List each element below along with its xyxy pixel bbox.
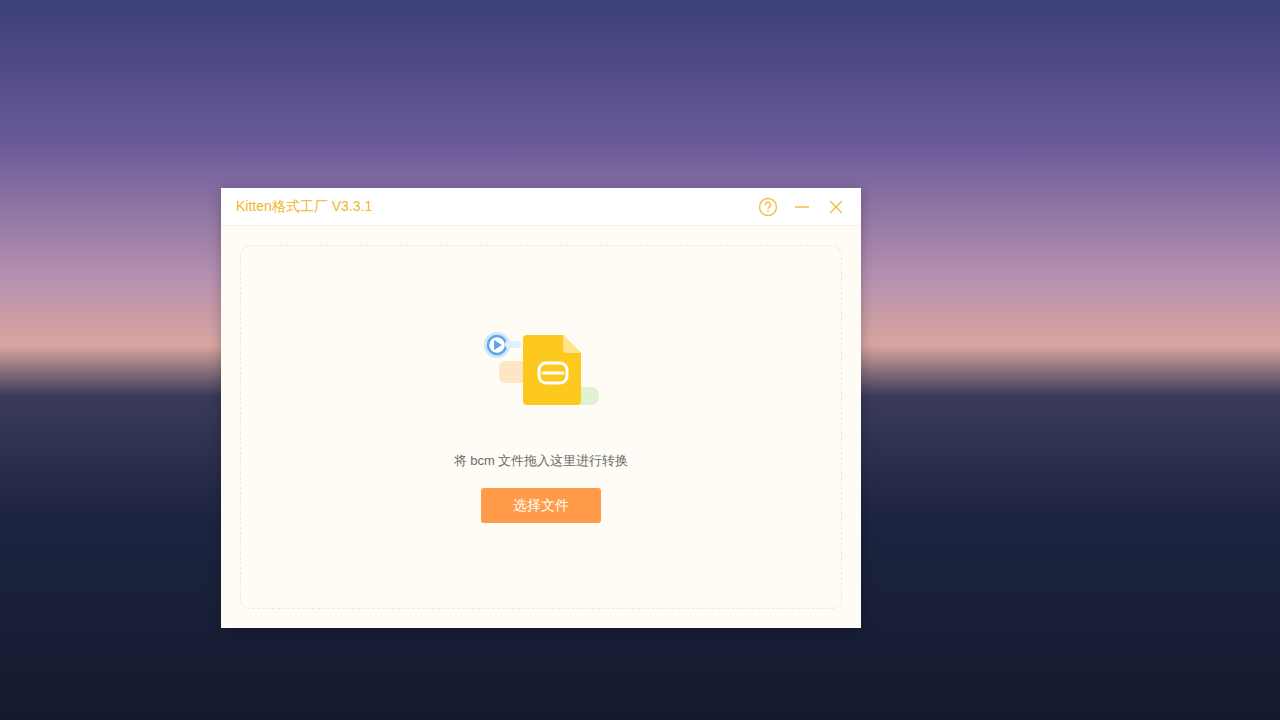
select-file-button[interactable]: 选择文件 (481, 488, 601, 523)
drop-hint: 将 bcm 文件拖入这里进行转换 (454, 451, 629, 471)
file-convert-icon (481, 331, 601, 413)
drop-zone[interactable]: 将 bcm 文件拖入这里进行转换选择文件 (240, 245, 842, 609)
minimize-icon[interactable] (792, 197, 812, 217)
close-icon[interactable] (826, 197, 846, 217)
app-window: Kitten格式工厂 V3.3.1 将 bcm 文件拖入这里进行转换选择文件 (221, 188, 861, 628)
title-bar[interactable]: Kitten格式工厂 V3.3.1 (221, 188, 861, 226)
window-controls (758, 197, 846, 217)
window-title: Kitten格式工厂 V3.3.1 (236, 196, 372, 217)
help-icon[interactable] (758, 197, 778, 217)
desktop: Kitten格式工厂 V3.3.1 将 bcm 文件拖入这里进行转换选择文件 (0, 0, 1280, 720)
